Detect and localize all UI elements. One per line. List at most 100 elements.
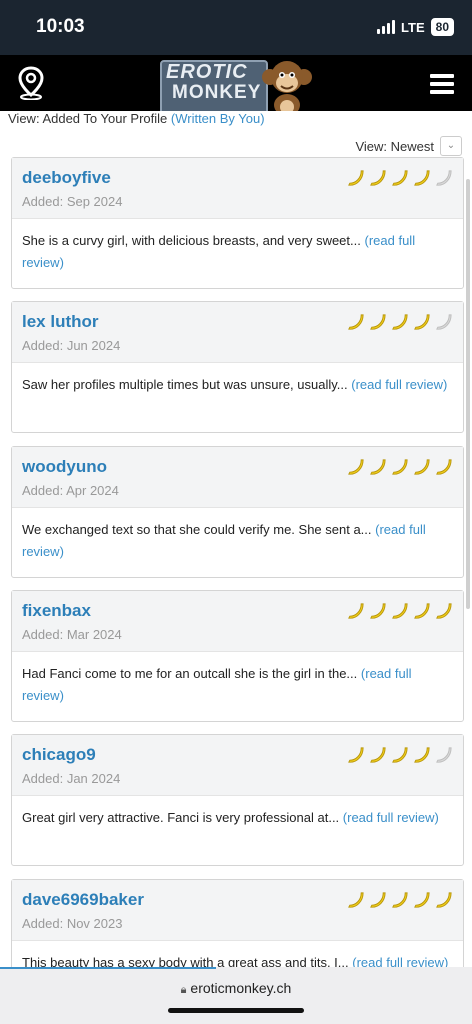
reviewer-name[interactable]: dave6969baker [22, 890, 144, 910]
banana-icon [390, 890, 409, 914]
view-filter-line: View: Added To Your Profile (Written By … [8, 111, 265, 126]
review-snippet: We exchanged text so that she could veri… [22, 522, 372, 537]
read-full-review-link[interactable]: (read full review) [352, 955, 448, 967]
banana-icon [390, 312, 409, 336]
banana-icon [412, 312, 431, 336]
banana-icon [412, 168, 431, 192]
review-card-header: dave6969baker Added: Nov 2023 [12, 880, 463, 941]
chevron-down-icon[interactable]: ⌄ [440, 136, 462, 156]
sort-label: View: Newest [355, 138, 434, 154]
banana-rating [346, 168, 453, 192]
status-icons: LTE 80 [377, 18, 454, 36]
battery-icon: 80 [430, 18, 454, 36]
banana-icon [368, 168, 387, 192]
review-card-header: woodyuno Added: Apr 2024 [12, 447, 463, 508]
reviewer-name[interactable]: fixenbax [22, 601, 91, 621]
review-card: lex luthor Added: Jun 2024 Saw her profile… [11, 301, 464, 433]
page-load-progress [0, 967, 216, 969]
reviews-page: View: Added To Your Profile (Written By … [0, 111, 472, 967]
url-label: eroticmonkey.ch [190, 980, 292, 996]
review-snippet-block: This beauty has a sexy body with a great… [12, 941, 463, 967]
review-card: fixenbax Added: Mar 2024 Had Fanci come to… [11, 590, 464, 722]
banana-icon [412, 745, 431, 769]
scrollbar[interactable] [466, 179, 470, 609]
review-snippet-block: Great girl very attractive. Fanci is ver… [12, 796, 463, 829]
review-card: deeboyfive Added: Sep 2024 She is a curvy … [11, 157, 464, 289]
banana-icon [412, 457, 431, 481]
banana-icon [412, 890, 431, 914]
review-snippet-block: Saw her profiles multiple times but was … [12, 363, 463, 396]
logo-line1: EROTIC [166, 61, 248, 83]
location-pin-icon[interactable] [16, 66, 46, 100]
url-text[interactable]: 🔒︎ eroticmonkey.ch [0, 980, 472, 997]
site-header: EROTIC MONKEY [0, 55, 472, 116]
banana-icon [346, 312, 365, 336]
review-snippet: Saw her profiles multiple times but was … [22, 377, 348, 392]
banana-icon [368, 890, 387, 914]
reviewer-name[interactable]: chicago9 [22, 745, 96, 765]
review-snippet: This beauty has a sexy body with a great… [22, 955, 349, 967]
reviewer-name[interactable]: woodyuno [22, 457, 107, 477]
banana-icon [346, 457, 365, 481]
banana-icon [346, 745, 365, 769]
review-snippet-block: We exchanged text so that she could veri… [12, 508, 463, 563]
reviewer-name[interactable]: deeboyfive [22, 168, 111, 188]
banana-icon [346, 890, 365, 914]
banana-icon [346, 168, 365, 192]
review-card: woodyuno Added: Apr 2024 We exchanged text… [11, 446, 464, 578]
banana-rating [346, 312, 453, 336]
review-snippet: Great girl very attractive. Fanci is ver… [22, 810, 340, 825]
review-snippet: She is a curvy girl, with delicious brea… [22, 233, 361, 248]
banana-icon [434, 312, 453, 336]
banana-icon [390, 601, 409, 625]
banana-icon [390, 745, 409, 769]
review-card-header: fixenbax Added: Mar 2024 [12, 591, 463, 652]
banana-icon [390, 457, 409, 481]
review-card: dave6969baker Added: Nov 2023 This beauty … [11, 879, 464, 967]
banana-icon [368, 745, 387, 769]
signal-icon [377, 20, 396, 34]
logo-line2: MONKEY [172, 82, 262, 103]
banana-rating [346, 457, 453, 481]
review-card-header: chicago9 Added: Jan 2024 [12, 735, 463, 796]
banana-icon [368, 312, 387, 336]
site-logo[interactable]: EROTIC MONKEY [158, 57, 314, 117]
banana-icon [346, 601, 365, 625]
review-snippet-block: She is a curvy girl, with delicious brea… [12, 219, 463, 274]
banana-icon [434, 745, 453, 769]
review-snippet: Had Fanci come to me for an outcall she … [22, 666, 358, 681]
review-date: Added: Nov 2023 [22, 916, 123, 931]
status-time: 10:03 [36, 16, 85, 37]
lock-icon: 🔒︎ [180, 984, 187, 996]
read-full-review-link[interactable]: (read full review) [343, 810, 439, 825]
status-bar: 10:03 LTE 80 [0, 0, 472, 55]
review-date: Added: Jun 2024 [22, 338, 121, 353]
monkey-mascot-icon [262, 61, 312, 116]
reviewer-name[interactable]: lex luthor [22, 312, 99, 332]
banana-icon [390, 168, 409, 192]
banana-icon [434, 457, 453, 481]
banana-icon [412, 601, 431, 625]
review-card-header: lex luthor Added: Jun 2024 [12, 302, 463, 363]
sort-select[interactable]: View: Newest ⌄ [355, 136, 462, 156]
banana-icon [434, 601, 453, 625]
banana-rating [346, 890, 453, 914]
review-date: Added: Mar 2024 [22, 627, 122, 642]
banana-icon [368, 457, 387, 481]
banana-icon [434, 890, 453, 914]
banana-icon [368, 601, 387, 625]
read-full-review-link[interactable]: (read full review) [351, 377, 447, 392]
review-date: Added: Sep 2024 [22, 194, 123, 209]
review-date: Added: Apr 2024 [22, 483, 119, 498]
browser-url-bar[interactable]: 🔒︎ eroticmonkey.ch [0, 967, 472, 1024]
review-card: chicago9 Added: Jan 2024 Great girl very a… [11, 734, 464, 866]
home-indicator[interactable] [168, 1008, 304, 1013]
hamburger-menu-icon[interactable] [430, 74, 454, 94]
written-by-you-link[interactable]: (Written By You) [171, 111, 265, 126]
banana-rating [346, 745, 453, 769]
view-filter-label: View: Added To Your Profile [8, 111, 168, 126]
banana-rating [346, 601, 453, 625]
review-date: Added: Jan 2024 [22, 771, 121, 786]
network-label: LTE [401, 19, 425, 35]
review-snippet-block: Had Fanci come to me for an outcall she … [12, 652, 463, 707]
